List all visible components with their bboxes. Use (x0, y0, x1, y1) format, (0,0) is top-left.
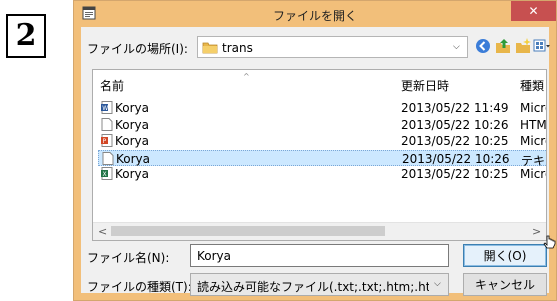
scroll-left-icon[interactable]: < (98, 225, 107, 238)
look-in-value: trans (222, 41, 253, 55)
file-name-cell: Korya (115, 167, 150, 181)
column-header-type[interactable]: 種類 (520, 77, 544, 94)
file-type-cell: Micro (520, 101, 546, 115)
file-type-cell: Micro (520, 167, 546, 181)
text-file-icon (102, 151, 114, 165)
file-name-input[interactable]: Korya (190, 244, 449, 267)
file-row[interactable]: W Korya 2013/05/22 11:49 Micro (98, 100, 546, 116)
scroll-right-icon[interactable]: > (532, 225, 541, 238)
scroll-thumb[interactable] (111, 226, 385, 236)
svg-text:P: P (103, 138, 107, 145)
word-doc-icon: W (101, 101, 113, 114)
file-date-cell: 2013/05/22 10:25 (401, 134, 509, 148)
chevron-down-icon[interactable]: ⌵ (434, 279, 441, 289)
column-header-date[interactable]: 更新日時 (401, 77, 449, 94)
close-button[interactable]: ✕ (511, 1, 556, 21)
file-row[interactable]: X Korya 2013/05/22 10:25 Micro (98, 166, 546, 182)
column-header-name[interactable]: 名前 (100, 77, 124, 94)
file-date-cell: 2013/05/22 11:49 (401, 101, 509, 115)
file-type-label: ファイルの種類(T): (87, 280, 192, 294)
horizontal-scrollbar[interactable]: < > (93, 222, 546, 240)
file-row[interactable]: P Korya 2013/05/22 10:25 Micro (98, 133, 546, 149)
sort-ascending-icon: ^ (243, 72, 250, 81)
file-name-cell: Korya (115, 117, 150, 132)
step-number-badge: 2 (6, 14, 46, 58)
html-file-icon (101, 117, 113, 131)
look-in-combobox[interactable]: trans ⌵ (197, 36, 468, 58)
chevron-down-icon[interactable]: ⌵ (453, 42, 460, 52)
file-name-cell: Korya (116, 151, 151, 166)
file-list[interactable]: 名前 ^ 更新日時 種類 W Korya 2013/05/22 11:49 Micro… (92, 69, 547, 241)
file-name-value: Korya (197, 249, 232, 263)
back-icon[interactable] (474, 37, 492, 55)
open-button[interactable]: 開く(O) (463, 244, 547, 267)
file-row[interactable]: Korya2013/05/22 10:26テキス (98, 149, 546, 168)
cancel-button-label: キャンセル (474, 278, 535, 292)
view-menu-icon[interactable] (533, 37, 551, 55)
file-date-cell: 2013/05/22 10:26 (402, 151, 510, 166)
file-type-value: 読み込み可能なファイル(.txt;.txt;.htm;.html;. (197, 280, 429, 294)
file-type-cell: HTM (520, 117, 547, 132)
window-title: ファイルを開く (272, 9, 357, 23)
title-bar[interactable]: ファイルを開く ✕ (74, 1, 556, 27)
file-name-cell: Korya (115, 134, 150, 148)
close-icon: ✕ (528, 4, 539, 18)
new-folder-icon[interactable] (514, 37, 532, 55)
file-name-cell: Korya (115, 101, 150, 115)
cancel-button[interactable]: キャンセル (463, 273, 547, 296)
mouse-cursor-icon (543, 235, 556, 249)
up-folder-icon[interactable] (494, 37, 512, 55)
file-type-select[interactable]: 読み込み可能なファイル(.txt;.txt;.htm;.html;. ⌵ (190, 273, 449, 296)
open-button-label: 開く(O) (483, 249, 527, 263)
powerpoint-icon: P (101, 134, 113, 147)
file-date-cell: 2013/05/22 10:26 (401, 117, 509, 132)
svg-text:W: W (102, 105, 108, 112)
excel-icon: X (101, 167, 113, 180)
file-name-label: ファイル名(N): (87, 251, 170, 265)
file-row[interactable]: Korya 2013/05/22 10:26 HTM (98, 117, 547, 133)
svg-text:X: X (103, 171, 107, 178)
folder-icon (202, 42, 218, 54)
file-type-cell: Micro (520, 134, 546, 148)
file-date-cell: 2013/05/22 10:25 (401, 167, 509, 181)
look-in-label: ファイルの場所(I): (87, 42, 188, 56)
dialog-body: ファイルの場所(I): trans ⌵ 名前 ^ 更新日時 種類 W Korya… (81, 27, 551, 296)
open-file-dialog: ファイルを開く ✕ ファイルの場所(I): trans ⌵ 名前 ^ 更新日時 … (73, 0, 557, 301)
